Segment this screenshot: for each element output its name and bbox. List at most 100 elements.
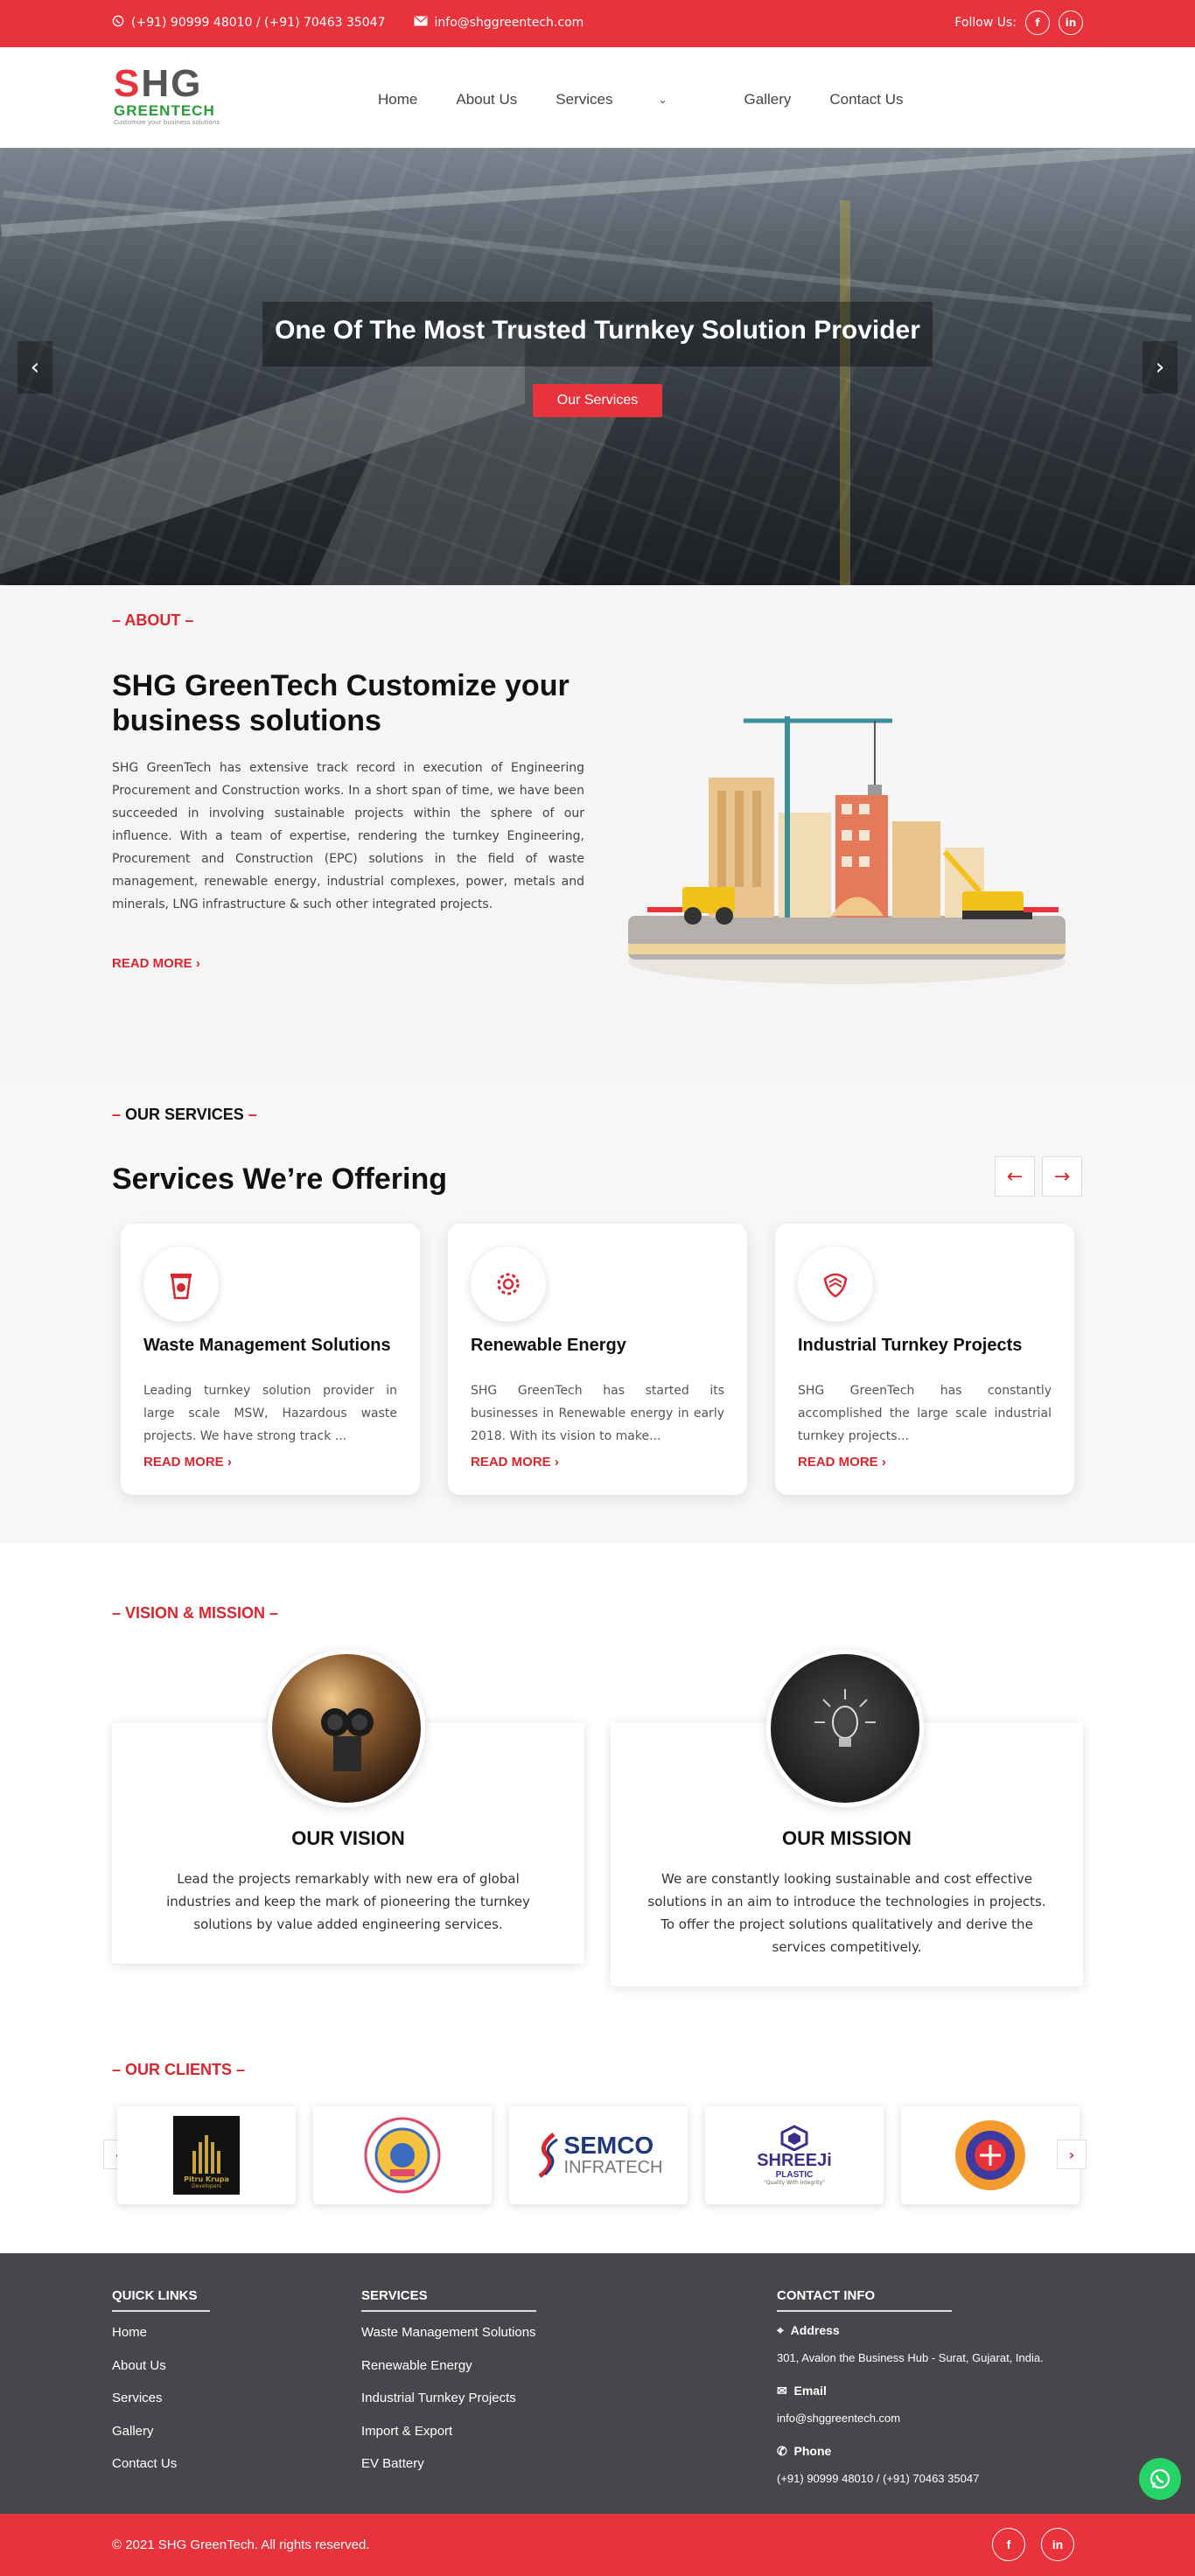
phone-icon: ✆ (777, 2444, 787, 2458)
envelope-icon: ✉ (777, 2384, 787, 2398)
client-logo-shreeji[interactable]: SHREEJi PLASTIC "Quality With Integrity" (705, 2106, 884, 2204)
nav-contact[interactable]: Contact Us (829, 91, 903, 108)
nav-gallery[interactable]: Gallery (744, 91, 792, 108)
footer-link-contact[interactable]: Contact Us (112, 2456, 177, 2471)
whatsapp-icon (1150, 2468, 1171, 2489)
footer-link-gallery[interactable]: Gallery (112, 2424, 154, 2439)
government-seal-icon (364, 2117, 441, 2194)
copyright-text: © 2021 SHG GreenTech. All rights reserve… (112, 2538, 370, 2552)
chevron-right-icon: › (195, 956, 200, 971)
clients-next-arrow[interactable]: › (1057, 2140, 1087, 2169)
services-prev-button[interactable]: ← (995, 1156, 1035, 1197)
semco-name: SEMCO (563, 2132, 654, 2159)
about-read-more[interactable]: READ MORE › (112, 956, 200, 971)
phone-label: Phone (793, 2444, 832, 2458)
chevron-right-icon: › (227, 1455, 232, 1470)
services-title: Services We’re Offering (112, 1162, 447, 1196)
footer-service-waste[interactable]: Waste Management Solutions (361, 2325, 536, 2340)
site-header: SHG GREENTECH Customize your business so… (0, 47, 1195, 148)
service-card-text: SHG GreenTech has constantly accomplishe… (798, 1384, 1052, 1443)
semco-sub: INFRATECH (563, 2158, 663, 2177)
shreeji-name: SHREEJi (757, 2151, 832, 2170)
contact-info-title-text: CONTACT INFO (777, 2288, 876, 2303)
site-logo[interactable]: SHG GREENTECH Customize your business so… (114, 65, 226, 129)
facebook-icon[interactable]: f (1025, 10, 1050, 35)
service-read-more[interactable]: READ MORE › (798, 1455, 886, 1470)
whatsapp-icon (112, 15, 124, 31)
service-card-title: Renewable Energy (471, 1336, 626, 1355)
footer-service-renewable[interactable]: Renewable Energy (361, 2358, 472, 2373)
mail-icon (414, 16, 428, 30)
clients-section: – OUR CLIENTS – ‹ Pitru Krupa Developers… (0, 1998, 1195, 2253)
service-card[interactable]: Waste Management Solutions Leading turnk… (121, 1224, 420, 1495)
copyright-bar: © 2021 SHG GreenTech. All rights reserve… (0, 2514, 1195, 2576)
service-read-more-label: READ MORE (143, 1455, 224, 1470)
services-links-title-text: SERVICES (361, 2288, 428, 2303)
topbar-email[interactable]: info@shggreentech.com (435, 16, 584, 30)
footer-service-ev[interactable]: EV Battery (361, 2456, 424, 2471)
follow-label: Follow Us: (954, 16, 1017, 30)
hero-bg-beam (1, 148, 1194, 237)
footer-link-services[interactable]: Services (112, 2391, 163, 2405)
whatsapp-float-button[interactable] (1139, 2458, 1181, 2500)
footer-link-about[interactable]: About Us (112, 2358, 166, 2373)
address-heading: ⌖ Address (777, 2323, 840, 2338)
hero-bg-rail (840, 200, 850, 585)
hand-shield-icon (798, 1246, 873, 1322)
service-card[interactable]: Renewable Energy SHG GreenTech has start… (448, 1224, 747, 1495)
quick-links-title-text: QUICK LINKS (112, 2288, 198, 2303)
footer-service-industrial[interactable]: Industrial Turnkey Projects (361, 2391, 516, 2405)
services-eyebrow: – OUR SERVICES – (112, 1106, 257, 1123)
linkedin-icon[interactable]: in (1059, 10, 1083, 35)
title-underline (112, 2310, 210, 2312)
top-bar: (+91) 90999 48010 / (+91) 70463 35047 in… (0, 0, 1195, 47)
hero-next-arrow[interactable]: › (1143, 341, 1178, 394)
about-title: SHG GreenTech Customize your business so… (112, 669, 570, 737)
service-card-title: Industrial Turnkey Projects (798, 1336, 1023, 1355)
lightbulb-image (766, 1650, 924, 1807)
linkedin-icon[interactable]: in (1041, 2528, 1074, 2561)
service-read-more-label: READ MORE (798, 1455, 878, 1470)
title-underline (361, 2310, 536, 2312)
chevron-right-icon: › (881, 1455, 886, 1470)
pitru-krupa-sub: Developers (192, 2183, 221, 2189)
footer-service-import[interactable]: Import & Export (361, 2424, 452, 2439)
service-card-text: Leading turnkey solution provider in lar… (143, 1384, 397, 1443)
our-services-button[interactable]: Our Services (533, 384, 662, 417)
nav-services[interactable]: Services ⌄ (556, 91, 705, 108)
service-card[interactable]: Industrial Turnkey Projects SHG GreenTec… (775, 1224, 1074, 1495)
quick-links-title: QUICK LINKS (112, 2288, 210, 2312)
services-next-button[interactable]: → (1042, 1156, 1082, 1197)
chevron-right-icon: › (554, 1455, 559, 1470)
service-card-text: SHG GreenTech has started its businesses… (471, 1384, 724, 1443)
vm-eyebrow-text: VISION & MISSION (125, 1604, 266, 1622)
nav-home[interactable]: Home (378, 91, 417, 108)
vision-mission-section: – VISION & MISSION – OUR VISION Lead the… (0, 1543, 1195, 1998)
email-label: Email (793, 2384, 827, 2398)
footer-link-home[interactable]: Home (112, 2325, 147, 2340)
address-value: 301, Avalon the Business Hub - Surat, Gu… (777, 2351, 1044, 2364)
hero-title: One Of The Most Trusted Turnkey Solution… (275, 316, 920, 345)
client-logo-seal[interactable] (313, 2106, 492, 2204)
email-value[interactable]: info@shggreentech.com (777, 2412, 900, 2425)
nav-services-label: Services (556, 91, 613, 108)
waste-bin-icon (143, 1246, 219, 1322)
phone-value[interactable]: (+91) 90999 48010 / (+91) 70463 35047 (777, 2472, 979, 2485)
clients-eyebrow: – OUR CLIENTS – (112, 2061, 246, 2078)
chevron-down-icon: ⌄ (658, 94, 667, 106)
nav-about[interactable]: About Us (456, 91, 517, 108)
client-logo-emblem[interactable] (901, 2106, 1080, 2204)
logo-wordmark: SHG (114, 62, 203, 105)
about-eyebrow-text: ABOUT (124, 611, 181, 629)
client-logo-pitru-krupa[interactable]: Pitru Krupa Developers (117, 2106, 296, 2204)
service-read-more[interactable]: READ MORE › (143, 1455, 232, 1470)
hero-prev-arrow[interactable]: ‹ (17, 341, 52, 394)
shreeji-tagline: "Quality With Integrity" (764, 2180, 825, 2186)
facebook-icon[interactable]: f (992, 2528, 1025, 2561)
client-logo-semco[interactable]: SEMCO INFRATECH (509, 2106, 688, 2204)
pitru-krupa-logo: Pitru Krupa Developers (173, 2116, 240, 2195)
topbar-phone[interactable]: (+91) 90999 48010 / (+91) 70463 35047 (131, 16, 386, 30)
vm-eyebrow: – VISION & MISSION – (112, 1604, 279, 1622)
service-card-title: Waste Management Solutions (143, 1336, 391, 1355)
service-read-more[interactable]: READ MORE › (471, 1455, 559, 1470)
